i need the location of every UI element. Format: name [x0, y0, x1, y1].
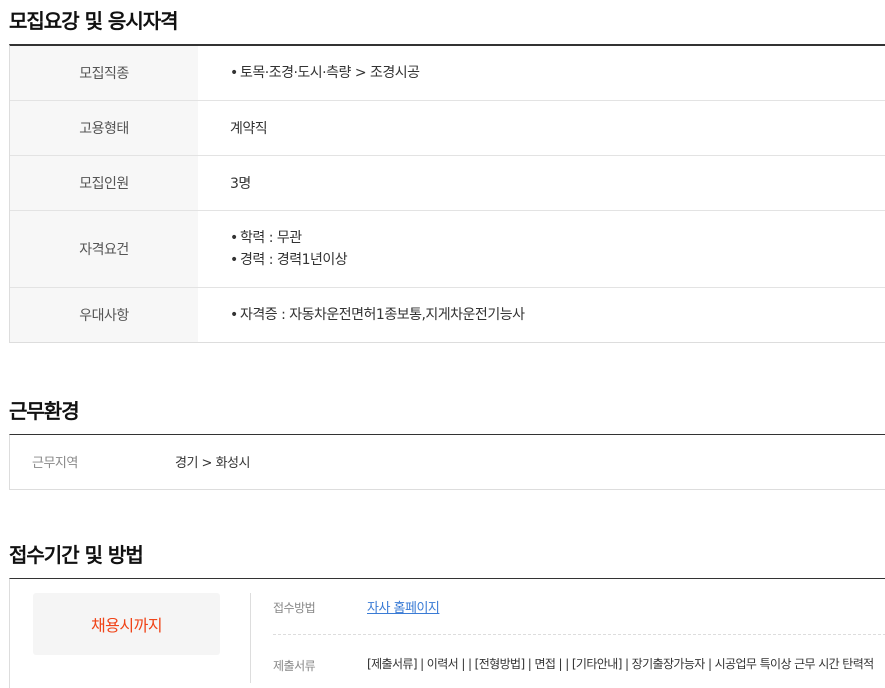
- location-value: 경기 > 화성시: [175, 456, 250, 471]
- list-item: • 토목·조경·도시·측량 > 조경시공: [230, 62, 885, 84]
- list-item-text: 자격증 : 자동차운전면허1종보통,지게차운전기능사: [240, 307, 525, 323]
- row-label: 고용형태: [10, 101, 198, 155]
- list-item: • 학력 : 무관: [230, 227, 885, 249]
- table-row: 모집직종 • 토목·조경·도시·측량 > 조경시공: [10, 46, 885, 101]
- row-label: 자격요건: [10, 211, 198, 287]
- table-row: 우대사항 • 자격증 : 자동차운전면허1종보통,지게차운전기능사: [10, 288, 885, 342]
- list-item-text: 토목·조경·도시·측량 > 조경시공: [240, 65, 420, 81]
- environment-box: 근무지역 경기 > 화성시: [9, 434, 885, 490]
- company-homepage-link[interactable]: 자사 홈페이지: [367, 597, 440, 616]
- row-label: 우대사항: [10, 288, 198, 342]
- row-value: 계약직: [230, 121, 268, 137]
- row-value: • 학력 : 무관 • 경력 : 경력1년이상: [198, 211, 885, 287]
- method-label: 접수방법: [273, 601, 316, 615]
- table-row: 모집인원 3명: [10, 156, 885, 211]
- requirements-table: 모집직종 • 토목·조경·도시·측량 > 조경시공 고용형태 계약직 모집인원 3…: [9, 44, 885, 343]
- bullet-icon: •: [230, 65, 238, 81]
- row-value: 3명: [230, 176, 251, 192]
- docs-label: 제출서류: [273, 659, 316, 673]
- list-item-text: 경력 : 경력1년이상: [240, 252, 348, 268]
- bullet-icon: •: [230, 252, 238, 268]
- row-value: • 자격증 : 자동차운전면허1종보통,지게차운전기능사: [198, 288, 885, 342]
- bullet-icon: •: [230, 230, 238, 246]
- row-label: 모집인원: [10, 156, 198, 210]
- list-item: • 경력 : 경력1년이상: [230, 249, 885, 271]
- row-value: • 토목·조경·도시·측량 > 조경시공: [198, 46, 885, 100]
- row-label: 모집직종: [10, 46, 198, 100]
- dashed-divider: [273, 634, 885, 635]
- location-label: 근무지역: [32, 456, 78, 471]
- section-title-environment: 근무환경: [9, 399, 80, 423]
- table-row: 자격요건 • 학력 : 무관 • 경력 : 경력1년이상: [10, 211, 885, 288]
- vertical-divider: [250, 593, 251, 683]
- deadline-badge: 채용시까지: [33, 593, 220, 655]
- list-item-text: 학력 : 무관: [240, 230, 302, 246]
- application-box: 채용시까지 접수방법 자사 홈페이지 제출서류 [제출서류] | 이력서 | |…: [9, 578, 885, 688]
- table-row: 고용형태 계약직: [10, 101, 885, 156]
- section-title-requirements: 모집요강 및 응시자격: [9, 9, 179, 33]
- list-item: • 자격증 : 자동차운전면허1종보통,지게차운전기능사: [230, 304, 885, 326]
- docs-text: [제출서류] | 이력서 | | [전형방법] | 면접 | | [기타안내] …: [367, 657, 874, 671]
- bullet-icon: •: [230, 307, 238, 323]
- section-title-application: 접수기간 및 방법: [9, 543, 144, 567]
